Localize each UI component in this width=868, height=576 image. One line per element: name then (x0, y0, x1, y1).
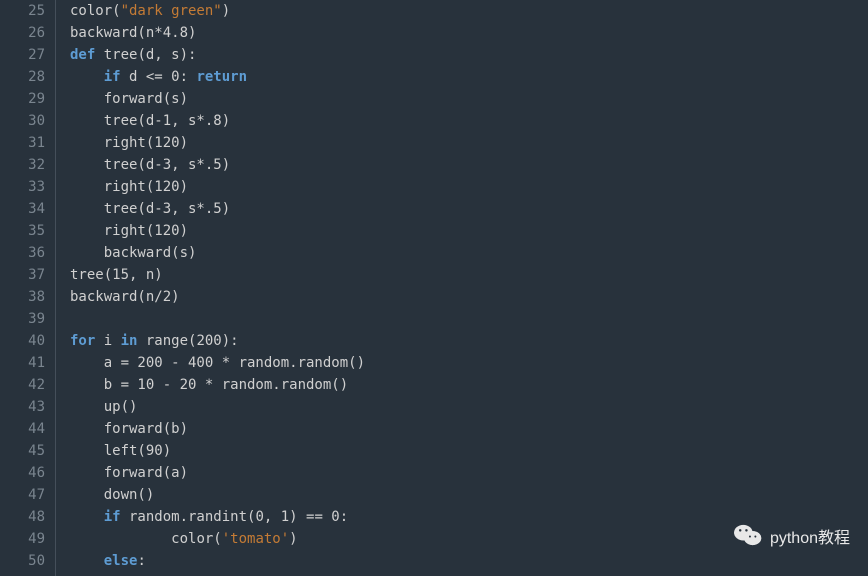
line-number: 28 (0, 66, 45, 88)
code-line[interactable]: a = 200 - 400 * random.random() (70, 352, 868, 374)
line-number: 26 (0, 22, 45, 44)
code-line[interactable]: up() (70, 396, 868, 418)
code-area[interactable]: color("dark green")backward(n*4.8)def tr… (56, 0, 868, 576)
line-number: 42 (0, 374, 45, 396)
line-number: 44 (0, 418, 45, 440)
line-number: 49 (0, 528, 45, 550)
code-editor: 2526272829303132333435363738394041424344… (0, 0, 868, 576)
line-number: 34 (0, 198, 45, 220)
code-line[interactable]: right(120) (70, 220, 868, 242)
line-number: 48 (0, 506, 45, 528)
line-number: 37 (0, 264, 45, 286)
code-line[interactable]: if d <= 0: return (70, 66, 868, 88)
code-line[interactable] (70, 308, 868, 330)
code-line[interactable]: tree(15, n) (70, 264, 868, 286)
line-number-gutter: 2526272829303132333435363738394041424344… (0, 0, 56, 576)
line-number: 41 (0, 352, 45, 374)
line-number: 30 (0, 110, 45, 132)
code-line[interactable]: tree(d-3, s*.5) (70, 154, 868, 176)
wechat-icon (734, 523, 762, 554)
code-line[interactable]: right(120) (70, 132, 868, 154)
code-line[interactable]: tree(d-1, s*.8) (70, 110, 868, 132)
code-line[interactable]: backward(n*4.8) (70, 22, 868, 44)
code-line[interactable]: forward(b) (70, 418, 868, 440)
line-number: 38 (0, 286, 45, 308)
line-number: 36 (0, 242, 45, 264)
code-line[interactable]: left(90) (70, 440, 868, 462)
code-line[interactable]: right(120) (70, 176, 868, 198)
code-line[interactable]: forward(a) (70, 462, 868, 484)
code-line[interactable]: down() (70, 484, 868, 506)
line-number: 31 (0, 132, 45, 154)
line-number: 33 (0, 176, 45, 198)
line-number: 39 (0, 308, 45, 330)
line-number: 29 (0, 88, 45, 110)
line-number: 25 (0, 0, 45, 22)
code-line[interactable]: forward(s) (70, 88, 868, 110)
line-number: 32 (0, 154, 45, 176)
line-number: 43 (0, 396, 45, 418)
watermark-text: python教程 (770, 528, 850, 550)
code-line[interactable]: def tree(d, s): (70, 44, 868, 66)
code-line[interactable]: tree(d-3, s*.5) (70, 198, 868, 220)
code-line[interactable]: b = 10 - 20 * random.random() (70, 374, 868, 396)
code-line[interactable]: color("dark green") (70, 0, 868, 22)
line-number: 50 (0, 550, 45, 572)
line-number: 47 (0, 484, 45, 506)
watermark: python教程 (734, 523, 850, 554)
code-line[interactable]: for i in range(200): (70, 330, 868, 352)
line-number: 35 (0, 220, 45, 242)
line-number: 46 (0, 462, 45, 484)
code-line[interactable]: backward(n/2) (70, 286, 868, 308)
code-line[interactable]: backward(s) (70, 242, 868, 264)
line-number: 40 (0, 330, 45, 352)
line-number: 27 (0, 44, 45, 66)
line-number: 45 (0, 440, 45, 462)
